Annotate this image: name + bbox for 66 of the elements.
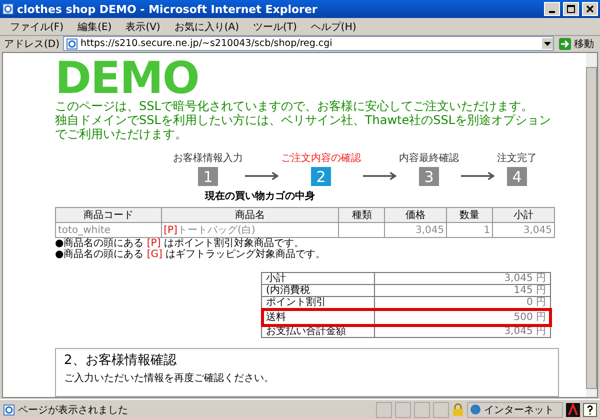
menu-item[interactable]: 表示(V) — [126, 20, 160, 34]
step-label: ご注文内容の確認 — [281, 152, 361, 165]
step-label: 内容最終確認 — [399, 152, 459, 165]
column-header: 商品名 — [161, 208, 339, 222]
address-field[interactable]: https://s210.secure.ne.jp/~s210043/scb/shop/reg.cgi — [62, 36, 554, 51]
arrow-icon — [363, 171, 397, 181]
column-header: 種類 — [338, 208, 385, 222]
menu-item[interactable]: ファイル(F) — [10, 20, 64, 34]
table-cell: 1 — [446, 222, 493, 238]
logo: DEMO — [55, 59, 199, 99]
close-button[interactable] — [582, 2, 598, 16]
arrow-icon — [559, 38, 571, 50]
menu-item[interactable]: ヘルプ(H) — [310, 20, 356, 34]
table-cell: toto_white — [56, 222, 162, 238]
cart-title: 現在の買い物カゴの中身 — [205, 190, 315, 203]
address-label: アドレス(D) — [4, 38, 60, 50]
arrow-icon — [461, 171, 495, 181]
intro-text: 独自ドメインでSSLを利用したい方には、ベリサイン社、Thawte社のSSLを別途オプションでご利用いただけます。 — [55, 113, 552, 141]
step-label: お客様情報入力 — [173, 152, 243, 165]
padlock-icon — [452, 403, 464, 416]
step-number: 4 — [507, 167, 527, 186]
menu-item[interactable]: 編集(E) — [78, 20, 112, 34]
step-label: 注文完了 — [497, 152, 537, 165]
section-text: ご入力いただいた情報を再度ご確認ください。 — [64, 373, 275, 385]
menu-item[interactable]: ツール(T) — [253, 20, 297, 34]
scrollbar[interactable] — [586, 53, 597, 397]
column-header: 小計 — [492, 208, 554, 222]
summary-label: ポイント割引 — [262, 296, 374, 308]
table-cell: 3,045 — [384, 222, 447, 238]
globe-icon — [470, 404, 481, 415]
summary-value: 3,045 円 — [374, 272, 550, 284]
maximize-icon — [567, 5, 575, 13]
maximize-button[interactable] — [563, 2, 579, 16]
step-number: 1 — [198, 167, 218, 186]
step-number: 2 — [311, 167, 331, 186]
note-text: ●商品名の頭にある [P] はポイント割引対象商品です。 — [55, 238, 305, 249]
help-icon — [583, 402, 597, 416]
close-icon — [586, 5, 594, 13]
intro-text: このページは、SSLで暗号化されていますので、お客様に安心してご注文いただけます。 — [55, 99, 534, 113]
table-cell — [338, 222, 385, 238]
status-pane — [395, 402, 411, 418]
status-text: ページが表示されました — [3, 402, 373, 416]
status-pane — [376, 402, 392, 418]
status-pane — [414, 402, 430, 418]
step-number: 3 — [419, 167, 439, 186]
minimize-button[interactable] — [544, 2, 560, 16]
summary-value: 145 円 — [374, 284, 550, 296]
globe-page-icon — [2, 3, 14, 15]
window-title: clothes shop DEMO - Microsoft Internet Explorer — [17, 2, 318, 16]
summary-label: 小計 — [262, 272, 374, 284]
column-header: 価格 — [384, 208, 447, 222]
go-button[interactable]: 移動 — [557, 36, 596, 50]
arrow-icon — [245, 171, 279, 181]
table-cell: [P]トートバッグ(白) — [161, 222, 339, 238]
note-text: ●商品名の頭にある [G] はギフトラッピング対象商品です。 — [55, 249, 327, 260]
summary-label: (内消費税 — [262, 284, 374, 296]
status-pane — [433, 402, 449, 418]
table-cell: 3,045 — [492, 222, 554, 238]
app-icon — [566, 402, 580, 416]
section-title: 2、お客様情報確認 — [64, 353, 178, 369]
column-header: 商品コード — [56, 208, 162, 222]
menu-item[interactable]: お気に入り(A) — [174, 20, 239, 34]
globe-page-icon — [3, 404, 15, 416]
zone-text: インターネット — [467, 402, 563, 418]
globe-page-icon — [66, 38, 78, 50]
column-header: 数量 — [446, 208, 493, 222]
